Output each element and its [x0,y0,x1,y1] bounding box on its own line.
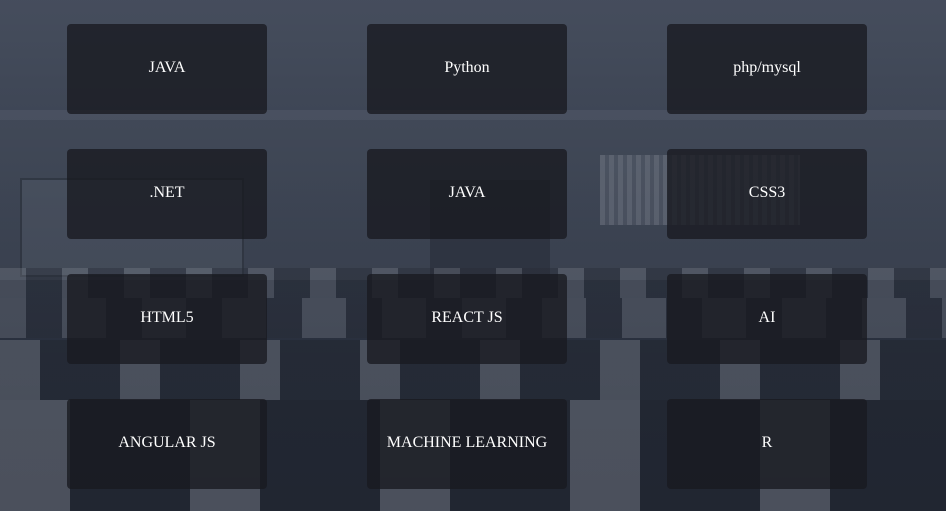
course-card-react-js[interactable]: REACT JS [367,274,567,364]
course-card-label: JAVA [448,184,486,201]
course-card-label: CSS3 [748,184,786,201]
course-card-label: JAVA [148,59,186,76]
course-card-html5[interactable]: HTML5 [67,274,267,364]
course-card-ai[interactable]: AI [667,274,867,364]
course-card-python[interactable]: Python [367,24,567,114]
course-card-java-2[interactable]: JAVA [367,149,567,239]
course-card-label: Python [444,59,490,76]
course-card-label: REACT JS [431,309,503,326]
course-card-dotnet[interactable]: .NET [67,149,267,239]
course-card-machine-learning[interactable]: MACHINE LEARNING [367,399,567,489]
course-card-label: .NET [149,184,185,201]
course-card-label: php/mysql [733,59,801,76]
course-card-label: MACHINE LEARNING [386,434,548,451]
course-grid: JAVA Python php/mysql .NET JAVA CSS3 HTM… [0,0,946,511]
course-card-label: AI [758,309,776,326]
course-card-css3[interactable]: CSS3 [667,149,867,239]
course-card-label: R [761,434,773,451]
course-card-java[interactable]: JAVA [67,24,267,114]
course-card-r[interactable]: R [667,399,867,489]
course-card-label: ANGULAR JS [118,434,216,451]
course-card-label: HTML5 [140,309,194,326]
course-card-php-mysql[interactable]: php/mysql [667,24,867,114]
course-card-angular-js[interactable]: ANGULAR JS [67,399,267,489]
